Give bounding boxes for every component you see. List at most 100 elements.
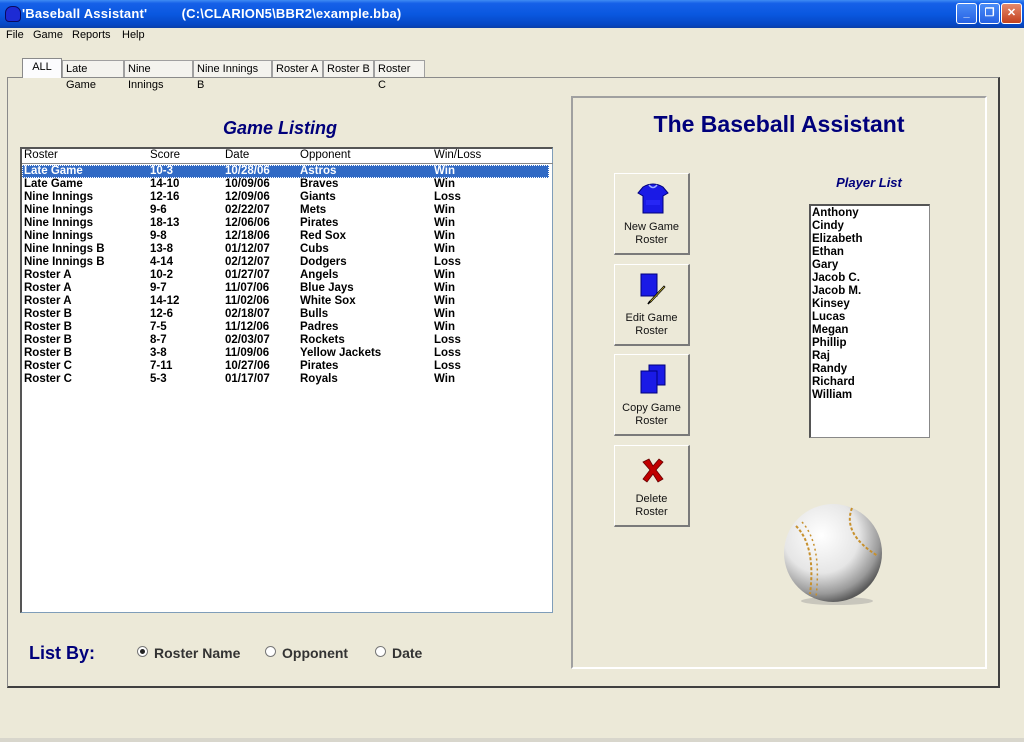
minimize-button[interactable]: _ <box>956 3 977 24</box>
list-item[interactable]: Megan <box>812 324 848 336</box>
radio-date[interactable]: Date <box>375 645 422 661</box>
menu-help[interactable]: Help <box>122 29 145 41</box>
list-item[interactable]: Randy <box>812 363 847 375</box>
copy-game-roster-button[interactable]: Copy Game Roster <box>614 354 690 436</box>
cell-roster: Nine Innings <box>24 191 93 203</box>
cell-win-loss: Win <box>434 178 455 190</box>
edit-game-label-2: Roster <box>635 325 668 337</box>
list-item[interactable]: Phillip <box>812 337 847 349</box>
edit-game-roster-button[interactable]: Edit Game Roster <box>614 264 690 346</box>
jersey-icon <box>637 183 669 214</box>
cell-opponent: White Sox <box>300 295 356 307</box>
cell-opponent: Pirates <box>300 360 339 372</box>
list-item[interactable]: Kinsey <box>812 298 850 310</box>
tab-roster-a[interactable]: Roster A <box>272 60 323 77</box>
cell-score: 18-13 <box>150 217 180 229</box>
table-row[interactable]: Nine Innings 18-13 12/06/06 Pirates Win <box>22 217 549 230</box>
list-item[interactable]: Cindy <box>812 220 844 232</box>
list-item[interactable]: Ethan <box>812 246 844 258</box>
table-row[interactable]: Nine Innings 9-8 12/18/06 Red Sox Win <box>22 230 549 243</box>
column-header-opponent[interactable]: Opponent <box>300 149 351 161</box>
table-row[interactable]: Roster A 9-7 11/07/06 Blue Jays Win <box>22 282 549 295</box>
list-item[interactable]: William <box>812 389 852 401</box>
column-header-score[interactable]: Score <box>150 149 180 161</box>
delete-label-2: Roster <box>635 506 668 518</box>
radio-dot-icon <box>265 646 276 657</box>
table-row[interactable]: Nine Innings B 13-8 01/12/07 Cubs Win <box>22 243 549 256</box>
cell-opponent: Bulls <box>300 308 329 320</box>
list-item[interactable]: Lucas <box>812 311 845 323</box>
cell-date: 12/06/06 <box>225 217 270 229</box>
cell-win-loss: Win <box>434 243 455 255</box>
table-row[interactable]: Nine Innings 12-16 12/09/06 Giants Loss <box>22 191 549 204</box>
cell-score: 14-10 <box>150 178 180 190</box>
menu-file[interactable]: File <box>6 29 24 41</box>
cell-date: 02/18/07 <box>225 308 270 320</box>
cell-date: 11/09/06 <box>225 347 270 359</box>
table-row[interactable]: Nine Innings B 4-14 02/12/07 Dodgers Loss <box>22 256 549 269</box>
cell-roster: Roster B <box>24 308 72 320</box>
table-row[interactable]: Nine Innings 9-6 02/22/07 Mets Win <box>22 204 549 217</box>
cell-opponent: Pirates <box>300 217 339 229</box>
cell-score: 9-7 <box>150 282 167 294</box>
title-bar[interactable]: 'Baseball Assistant' (C:\CLARION5\BBR2\e… <box>0 0 1024 28</box>
tab-all[interactable]: ALL <box>22 58 62 78</box>
column-header-win-loss[interactable]: Win/Loss <box>434 149 481 161</box>
table-row[interactable]: Late Game 14-10 10/09/06 Braves Win <box>22 178 549 191</box>
table-row[interactable]: Roster B 12-6 02/18/07 Bulls Win <box>22 308 549 321</box>
cell-date: 10/27/06 <box>225 360 270 372</box>
cell-roster: Roster B <box>24 321 72 333</box>
table-row[interactable]: Roster B 7-5 11/12/06 Padres Win <box>22 321 549 334</box>
cell-win-loss: Win <box>434 321 455 333</box>
cell-roster: Nine Innings B <box>24 256 105 268</box>
radio-opponent[interactable]: Opponent <box>265 645 348 661</box>
list-item[interactable]: Jacob C. <box>812 272 860 284</box>
player-list-box[interactable]: Anthony Cindy Elizabeth Ethan Gary Jacob C. Ja… <box>809 204 930 438</box>
delete-roster-button[interactable]: Delete Roster <box>614 445 690 527</box>
tab-roster-b[interactable]: Roster B <box>323 60 374 77</box>
cell-score: 8-7 <box>150 334 167 346</box>
column-header-date[interactable]: Date <box>225 149 249 161</box>
column-header-roster[interactable]: Roster <box>24 149 58 161</box>
cell-roster: Nine Innings <box>24 204 93 216</box>
cell-score: 3-8 <box>150 347 167 359</box>
list-item[interactable]: Raj <box>812 350 830 362</box>
cell-opponent: Red Sox <box>300 230 347 242</box>
game-listing-list[interactable]: Roster Score Date Opponent Win/Loss Late… <box>20 147 553 613</box>
table-row[interactable]: Roster C 5-3 01/17/07 Royals Win <box>22 373 549 386</box>
table-row[interactable]: Roster B 8-7 02/03/07 Rockets Loss <box>22 334 549 347</box>
radio-roster-name[interactable]: Roster Name <box>137 645 240 661</box>
menu-game[interactable]: Game <box>33 29 63 41</box>
edit-document-icon <box>640 273 666 305</box>
cell-score: 10-2 <box>150 269 174 281</box>
tab-roster-c[interactable]: Roster C <box>374 60 425 91</box>
restore-button[interactable]: ❐ <box>979 3 1000 24</box>
new-game-roster-button[interactable]: New Game Roster <box>614 173 690 255</box>
list-item[interactable]: Jacob M. <box>812 285 861 297</box>
menu-reports[interactable]: Reports <box>72 29 111 41</box>
copy-icon <box>640 364 666 394</box>
cell-score: 9-8 <box>150 230 167 242</box>
table-row[interactable]: Late Game 10-3 10/28/06 Astros Win <box>22 165 549 178</box>
cell-opponent: Braves <box>300 178 339 190</box>
close-button[interactable]: ✕ <box>1001 3 1022 24</box>
list-item[interactable]: Gary <box>812 259 838 271</box>
list-item[interactable]: Anthony <box>812 207 859 219</box>
cell-opponent: Angels <box>300 269 339 281</box>
cell-opponent: Royals <box>300 373 338 385</box>
tab-nine-innings-b[interactable]: Nine Innings B <box>193 60 272 91</box>
table-row[interactable]: Roster B 3-8 11/09/06 Yellow Jackets Loss <box>22 347 549 360</box>
table-row[interactable]: Roster C 7-11 10/27/06 Pirates Loss <box>22 360 549 373</box>
copy-game-label-2: Roster <box>635 415 668 427</box>
list-item[interactable]: Elizabeth <box>812 233 862 245</box>
list-item[interactable]: Richard <box>812 376 855 388</box>
game-listing-title: Game Listing <box>222 118 338 138</box>
cell-roster: Nine Innings B <box>24 243 105 255</box>
table-row[interactable]: Roster A 10-2 01/27/07 Angels Win <box>22 269 549 282</box>
cell-win-loss: Win <box>434 230 455 242</box>
tab-late-game[interactable]: Late Game <box>62 60 124 91</box>
cell-opponent: Rockets <box>300 334 345 346</box>
table-row[interactable]: Roster A 14-12 11/02/06 White Sox Win <box>22 295 549 308</box>
tab-nine-innings[interactable]: Nine Innings <box>124 60 193 91</box>
cell-roster: Roster B <box>24 334 72 346</box>
